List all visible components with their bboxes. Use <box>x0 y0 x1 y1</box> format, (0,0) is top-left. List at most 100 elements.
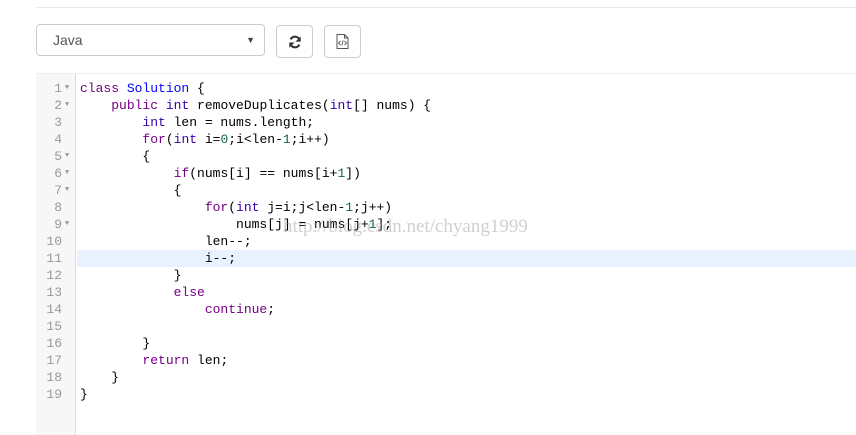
code-token: } <box>80 387 88 402</box>
code-text: continue;​ <box>77 301 856 318</box>
code-token: len--; <box>80 234 252 249</box>
code-line[interactable]: 16 }​ <box>36 335 856 352</box>
code-token: int <box>236 200 260 215</box>
line-number: 10 <box>46 234 62 249</box>
line-number: 17 <box>46 353 62 368</box>
code-snippet-button[interactable] <box>324 25 361 58</box>
language-select[interactable]: Java ▼ <box>36 24 265 56</box>
code-text: else​ <box>77 284 856 301</box>
code-token: if <box>173 166 190 181</box>
code-token: } <box>80 370 120 385</box>
code-line[interactable]: 10 len--;​ <box>36 233 856 250</box>
code-text: {​ <box>77 182 856 199</box>
code-line[interactable]: 9▼ nums[j] = nums[j+1];​ <box>36 216 856 233</box>
code-editor[interactable]: 1▼class Solution {​2▼ public int removeD… <box>36 73 856 435</box>
fold-arrow-icon[interactable]: ▼ <box>65 97 69 114</box>
code-line[interactable]: 8 for(int j=i;j<len-1;j++)​ <box>36 199 856 216</box>
code-line[interactable]: 3 int len = nums.length;​ <box>36 114 856 131</box>
code-token: ;i++) <box>290 132 330 147</box>
code-line[interactable]: 5▼ {​ <box>36 148 856 165</box>
code-text: i--;​ <box>77 250 856 267</box>
line-number: 11 <box>46 251 62 266</box>
code-text: }​ <box>77 369 856 386</box>
code-token: len = nums.length; <box>165 115 315 130</box>
reset-code-button[interactable] <box>276 25 313 58</box>
code-token: [] nums) { <box>353 98 432 113</box>
code-token: ]) <box>345 166 361 181</box>
line-number: 2 <box>54 98 62 113</box>
code-token: ]; <box>376 217 393 232</box>
code-text: for(int i=0;i<len-1;i++)​ <box>77 131 856 148</box>
code-line[interactable]: 14 continue;​ <box>36 301 856 318</box>
line-number: 14 <box>46 302 62 317</box>
code-text: {​ <box>77 148 856 165</box>
divider <box>36 7 856 8</box>
code-token: ; <box>267 302 276 317</box>
code-line[interactable]: 2 ▼ public int removeDuplicates(int[] num… <box>36 97 856 114</box>
line-number: 6 <box>54 166 62 181</box>
code-token: 1 <box>282 132 291 147</box>
line-number: 12 <box>46 268 62 283</box>
line-number: 1 <box>54 81 62 96</box>
code-line[interactable]: 12 }​ <box>36 267 856 284</box>
code-token: (nums[i] == nums[i+ <box>189 166 338 181</box>
code-token: int <box>329 98 354 113</box>
code-token: } <box>80 268 182 283</box>
code-text: }​ <box>77 386 856 403</box>
code-text: public int removeDuplicates(int[] nums) … <box>77 97 856 114</box>
code-line[interactable]: 7▼ {​ <box>36 182 856 199</box>
code-token: j=i;j<len- <box>259 200 346 215</box>
line-number: 18 <box>46 370 62 385</box>
code-token: continue <box>204 302 268 317</box>
code-token: ;i<len- <box>228 132 283 147</box>
code-token: return <box>142 353 190 368</box>
code-line[interactable]: 17 return len;​ <box>36 352 856 369</box>
fold-arrow-icon[interactable]: ▼ <box>65 165 69 182</box>
code-line[interactable]: 19 }​ <box>36 386 856 403</box>
line-number: 15 <box>46 319 62 334</box>
line-number: 4 <box>54 132 62 147</box>
code-token: int <box>165 98 190 113</box>
code-text: }​ <box>77 267 856 284</box>
code-token: Solution <box>126 81 190 96</box>
code-token: nums[j] = nums[j+ <box>80 217 369 232</box>
code-token: ( <box>165 132 174 147</box>
code-file-icon <box>336 34 349 49</box>
code-token: } <box>80 336 151 351</box>
fold-arrow-icon[interactable]: ▼ <box>65 148 69 165</box>
code-lines[interactable]: 1▼class Solution {​2▼ public int removeD… <box>36 80 856 403</box>
caret-down-icon: ▼ <box>246 35 255 45</box>
code-token: { <box>80 149 151 164</box>
code-token: i= <box>197 132 221 147</box>
fold-arrow-icon[interactable]: ▼ <box>65 182 69 199</box>
code-line[interactable]: 11 i--;​ <box>36 250 856 267</box>
line-number: 19 <box>46 387 62 402</box>
language-select-value: Java <box>53 32 83 48</box>
code-line[interactable]: 18 }​ <box>36 369 856 386</box>
code-line[interactable]: 15 ​ <box>36 318 856 335</box>
code-line[interactable]: 6▼ if(nums[i] == nums[i+1])​ <box>36 165 856 182</box>
code-token: ( <box>228 200 237 215</box>
code-text: nums[j] = nums[j+1];​ <box>77 216 856 233</box>
line-number: 5 <box>54 149 62 164</box>
code-token: else <box>173 285 205 300</box>
code-token: removeDuplicates( <box>189 98 330 113</box>
refresh-icon <box>288 35 301 48</box>
code-text: ​ <box>77 318 856 335</box>
code-token: len; <box>189 353 229 368</box>
code-line[interactable]: 1▼ class Solution {​ <box>36 80 856 97</box>
fold-arrow-icon[interactable]: ▼ <box>65 80 69 97</box>
fold-arrow-icon[interactable]: ▼ <box>65 216 69 233</box>
line-number: 9 <box>54 217 62 232</box>
code-line[interactable]: 4 for(int i=0;i<len-1;i++)​ <box>36 131 856 148</box>
code-line[interactable]: 13 else​ <box>36 284 856 301</box>
